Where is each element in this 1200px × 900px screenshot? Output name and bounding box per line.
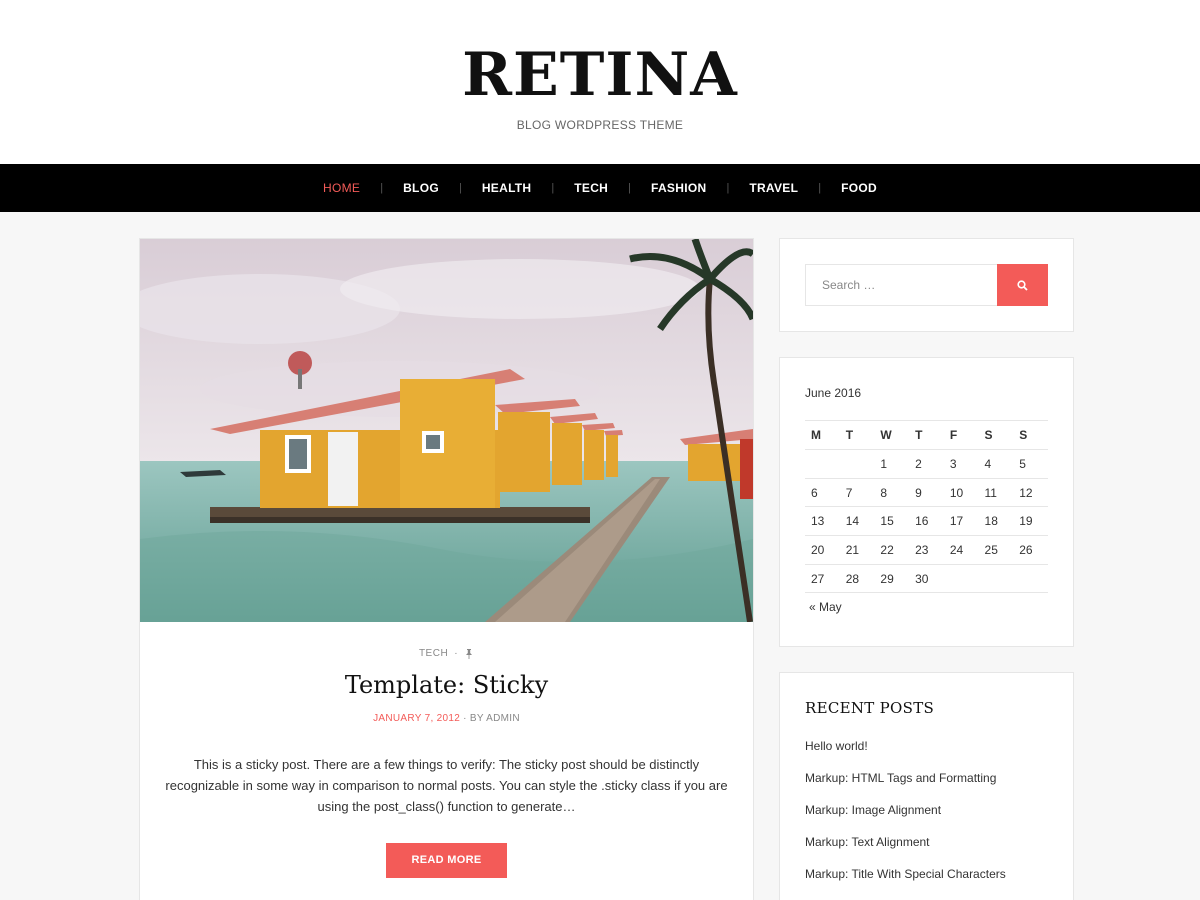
calendar-day [1013, 564, 1048, 594]
calendar-day: 24 [943, 535, 979, 565]
calendar-day: 3 [943, 449, 979, 479]
nav-item-blog[interactable]: BLOG [383, 181, 459, 195]
nav-item-home[interactable]: HOME [303, 181, 380, 195]
search-icon [1017, 279, 1028, 291]
calendar-day: 15 [874, 506, 910, 537]
post-title[interactable]: Template: Sticky [140, 671, 753, 699]
weekday-header: T [839, 420, 875, 450]
calendar-day: 2 [909, 449, 944, 479]
calendar-day: 1 [874, 449, 910, 479]
post-author-prefix: BY [469, 713, 484, 724]
recent-posts-list: Hello world! Markup: HTML Tags and Forma… [805, 739, 1048, 899]
calendar-day: 30 [909, 564, 944, 594]
recent-posts-widget: RECENT POSTS Hello world! Markup: HTML T… [779, 672, 1074, 900]
post-category[interactable]: TECH [419, 648, 448, 659]
site-header: RETINA BLOG WORDPRESS THEME [0, 0, 1200, 164]
calendar-day: 27 [805, 564, 840, 594]
search-button[interactable] [997, 264, 1048, 306]
calendar-day: 11 [978, 478, 1014, 508]
meta-dot: · [463, 713, 470, 724]
calendar-day [978, 564, 1014, 594]
calendar-widget: June 2016 M T W T F S S 1 2 3 4 5 6 7 8 … [779, 357, 1074, 647]
calendar-table: M T W T F S S 1 2 3 4 5 6 7 8 9 10 11 12… [805, 420, 1048, 594]
post-excerpt: This is a sticky post. There are a few t… [165, 757, 728, 814]
post-meta: JANUARY 7, 2012 · BY ADMIN [140, 713, 753, 724]
stilt-houses-photo [140, 239, 753, 622]
sticky-post: TECH · Template: Sticky JANUARY 7, 2012 … [139, 238, 754, 900]
search-form [805, 264, 1048, 306]
calendar-day: 26 [1013, 535, 1048, 565]
recent-post-link[interactable]: Markup: Title With Special Characters [805, 867, 1048, 899]
calendar-week: 6 7 8 9 10 11 12 [805, 478, 1048, 508]
calendar-day [839, 449, 875, 479]
pin-icon [466, 648, 473, 659]
calendar-day: 12 [1013, 478, 1048, 508]
calendar-week: 20 21 22 23 24 25 26 [805, 535, 1048, 565]
search-input[interactable] [805, 264, 997, 306]
main-nav: HOME | BLOG | HEALTH | TECH | FASHION | … [0, 164, 1200, 212]
calendar-day: 23 [909, 535, 944, 565]
weekday-header: S [978, 420, 1014, 450]
recent-post-link[interactable]: Hello world! [805, 739, 1048, 771]
post-author[interactable]: ADMIN [486, 713, 520, 724]
nav-item-tech[interactable]: TECH [554, 181, 628, 195]
recent-post-link[interactable]: Markup: Image Alignment [805, 803, 1048, 835]
calendar-day: 9 [909, 478, 944, 508]
calendar-day: 19 [1013, 506, 1048, 537]
read-more-button[interactable]: READ MORE [385, 843, 508, 878]
post-body: TECH · Template: Sticky JANUARY 7, 2012 … [140, 622, 753, 878]
calendar-day: 29 [874, 564, 910, 594]
calendar-day: 8 [874, 478, 910, 508]
calendar-day: 7 [839, 478, 875, 508]
main-content: TECH · Template: Sticky JANUARY 7, 2012 … [0, 212, 1200, 900]
recent-post-link[interactable]: Markup: Text Alignment [805, 835, 1048, 867]
calendar-day: 18 [978, 506, 1014, 537]
nav-item-food[interactable]: FOOD [821, 181, 897, 195]
nav-item-health[interactable]: HEALTH [462, 181, 552, 195]
calendar-week: 27 28 29 30 [805, 564, 1048, 594]
calendar-day: 22 [874, 535, 910, 565]
recent-posts-title: RECENT POSTS [805, 699, 935, 717]
calendar-day: 16 [909, 506, 944, 537]
calendar-caption: June 2016 [805, 386, 862, 400]
calendar-day: 14 [839, 506, 875, 537]
calendar-prev-month-link[interactable]: « May [805, 600, 1048, 614]
post-featured-image[interactable] [140, 239, 753, 622]
calendar-day [805, 449, 840, 479]
calendar-day: 5 [1013, 449, 1048, 479]
calendar-day: 4 [978, 449, 1014, 479]
calendar-day: 17 [943, 506, 979, 537]
nav-item-fashion[interactable]: FASHION [631, 181, 726, 195]
calendar-day: 25 [978, 535, 1014, 565]
weekday-header: S [1013, 420, 1048, 450]
calendar-day: 6 [805, 478, 840, 508]
calendar-day: 28 [839, 564, 875, 594]
weekday-header: T [909, 420, 944, 450]
calendar-week: 13 14 15 16 17 18 19 [805, 506, 1048, 537]
calendar-week: 1 2 3 4 5 [805, 449, 1048, 479]
weekday-header: F [943, 420, 979, 450]
calendar-day: 10 [943, 478, 979, 508]
calendar-day: 21 [839, 535, 875, 565]
post-meta-top: TECH · [140, 648, 753, 659]
weekday-header: W [874, 420, 910, 450]
nav-item-travel[interactable]: TRAVEL [729, 181, 818, 195]
calendar-day: 20 [805, 535, 840, 565]
weekday-header: M [805, 420, 840, 450]
calendar-day: 13 [805, 506, 840, 537]
site-title[interactable]: RETINA [0, 0, 1200, 110]
search-widget [779, 238, 1074, 332]
recent-post-link[interactable]: Markup: HTML Tags and Formatting [805, 771, 1048, 803]
meta-dot: · [454, 648, 459, 659]
post-date[interactable]: JANUARY 7, 2012 [373, 713, 460, 724]
site-tagline: BLOG WORDPRESS THEME [516, 118, 684, 132]
calendar-day [943, 564, 979, 594]
